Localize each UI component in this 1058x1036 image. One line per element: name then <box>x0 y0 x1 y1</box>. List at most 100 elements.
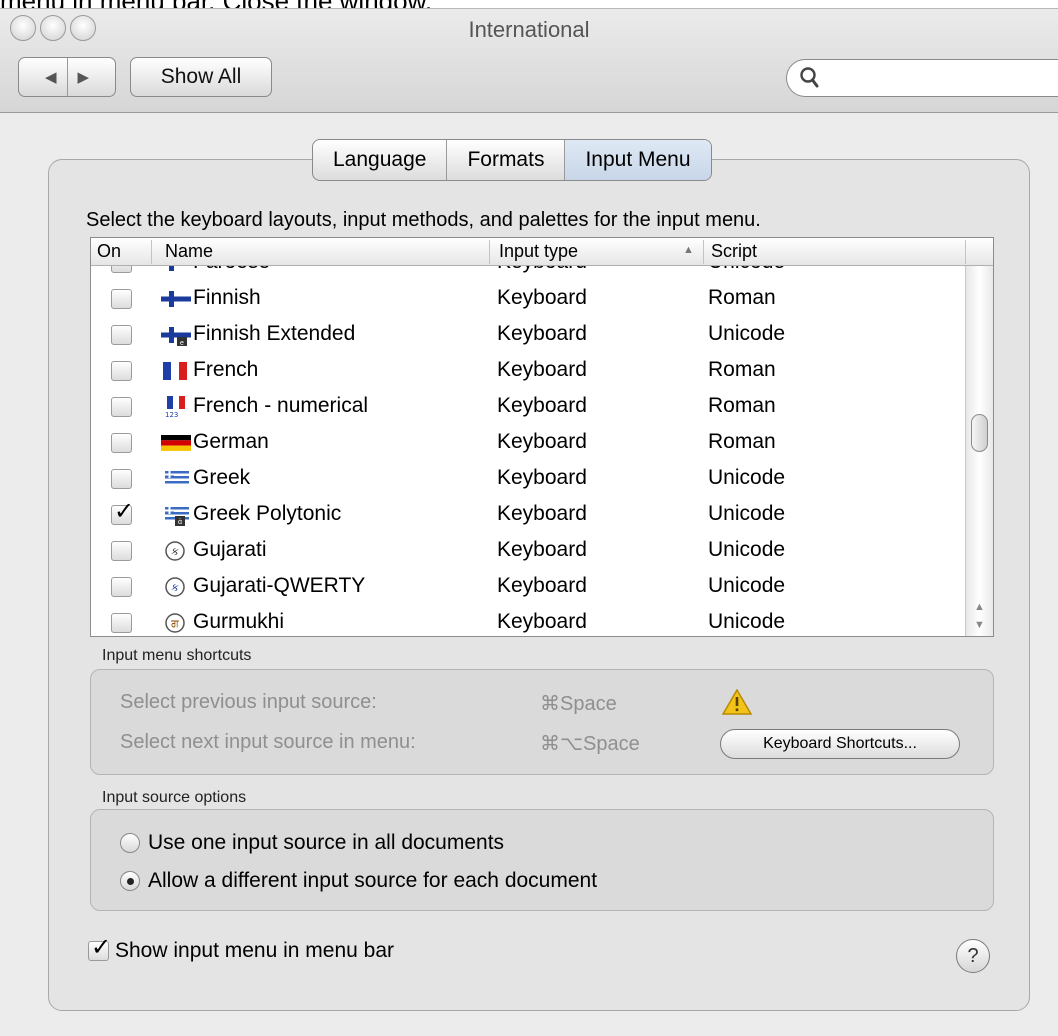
input-source-name: Gurmukhi <box>193 610 285 633</box>
gurmukhi-icon: ਗ <box>161 612 191 634</box>
input-type: Keyboard <box>497 538 587 561</box>
use-one-source-radio[interactable] <box>120 833 140 853</box>
input-type: Keyboard <box>497 286 587 309</box>
input-script: Unicode <box>708 502 786 525</box>
divider <box>151 240 152 264</box>
svg-text:123: 123 <box>165 411 178 418</box>
divider <box>965 240 966 264</box>
scroll-down-arrow-icon[interactable]: ▼ <box>966 616 993 634</box>
search-field[interactable] <box>786 59 1058 97</box>
shortcuts-group-label: Input menu shortcuts <box>102 647 252 664</box>
scrollbar-thumb[interactable] <box>971 414 988 452</box>
enable-input-source-checkbox[interactable] <box>111 613 132 633</box>
previous-source-label: Select previous input source: <box>120 691 377 713</box>
input-script: Roman <box>708 358 776 381</box>
help-button[interactable]: ? <box>956 939 990 973</box>
french-flag-icon <box>161 360 191 382</box>
divider <box>703 240 704 264</box>
gujarati-icon: ક <box>161 540 191 562</box>
tab-language[interactable]: Language <box>313 140 446 180</box>
title-bar: International ◀ ▶ Show All <box>0 9 1058 113</box>
table-row[interactable]: Finnish Keyboard Roman <box>91 284 965 320</box>
enable-input-source-checkbox[interactable] <box>111 289 132 309</box>
table-row[interactable]: Greek Keyboard Unicode <box>91 464 965 500</box>
show-input-menu-label: Show input menu in menu bar <box>115 939 394 962</box>
forward-arrow-icon[interactable]: ▶ <box>68 68 100 86</box>
input-source-name: French - numerical <box>193 394 369 417</box>
greek-polytonic-flag-icon: ά <box>161 504 191 526</box>
enable-input-source-checkbox[interactable] <box>111 541 132 561</box>
input-source-name: Finnish <box>193 286 261 309</box>
table-scrollbar[interactable]: ▲ ▼ <box>965 266 993 636</box>
scroll-up-arrow-icon[interactable]: ▲ <box>966 598 993 616</box>
input-type: Keyboard <box>497 574 587 597</box>
checkmark-icon: ✓ <box>91 934 112 961</box>
shortcuts-group <box>90 669 994 775</box>
input-type: Keyboard <box>497 466 587 489</box>
enable-input-source-checkbox[interactable] <box>111 577 132 597</box>
enable-input-source-checkbox[interactable] <box>111 433 132 453</box>
input-script: Unicode <box>708 322 786 345</box>
next-source-label: Select next input source in menu: <box>120 731 416 753</box>
table-row[interactable]: French Keyboard Roman <box>91 356 965 392</box>
column-header-name[interactable]: Name <box>165 241 213 262</box>
table-row[interactable]: 123 French - numerical Keyboard Roman <box>91 392 965 428</box>
input-script: Unicode <box>708 610 786 633</box>
input-type: Keyboard <box>497 358 587 381</box>
allow-different-source-label: Allow a different input source for each … <box>148 869 598 892</box>
table-row[interactable]: ક Gujarati-QWERTY Keyboard Unicode <box>91 572 965 608</box>
tab-formats[interactable]: Formats <box>446 140 564 180</box>
allow-different-source-radio[interactable] <box>120 871 140 891</box>
input-type: Keyboard <box>497 502 587 525</box>
column-header-on[interactable]: On <box>97 241 121 262</box>
input-sources-table[interactable]: FaroeseKeyboardUnicodeFinnishKeyboardRom… <box>90 237 994 637</box>
input-type: Keyboard <box>497 610 587 633</box>
allow-different-source-option[interactable]: Allow a different input source for each … <box>120 869 597 893</box>
keyboard-shortcuts-button[interactable]: Keyboard Shortcuts... <box>720 729 960 759</box>
svg-text:ક: ક <box>171 545 179 558</box>
input-source-name: Greek Polytonic <box>193 502 342 525</box>
window-title: International <box>468 17 590 42</box>
input-type: Keyboard <box>497 430 587 453</box>
table-header: On Name Input type ▲ Script <box>91 238 993 266</box>
input-script: Unicode <box>708 574 786 597</box>
divider <box>489 240 490 264</box>
input-script: Roman <box>708 430 776 453</box>
table-row[interactable]: e Finnish Extended Keyboard Unicode <box>91 320 965 356</box>
back-forward-group: ◀ ▶ <box>18 57 116 97</box>
column-header-input-type[interactable]: Input type <box>499 241 578 262</box>
back-arrow-icon[interactable]: ◀ <box>35 68 67 86</box>
table-row[interactable]: German Keyboard Roman <box>91 428 965 464</box>
table-row[interactable]: ક Gujarati Keyboard Unicode <box>91 536 965 572</box>
enable-input-source-checkbox[interactable] <box>111 469 132 489</box>
show-all-button[interactable]: Show All <box>130 57 272 97</box>
input-source-name: Finnish Extended <box>193 322 356 345</box>
enable-input-source-checkbox[interactable]: ✓ <box>111 500 134 525</box>
enable-input-source-checkbox[interactable] <box>111 397 132 417</box>
input-script: Roman <box>708 394 776 417</box>
enable-input-source-checkbox[interactable] <box>111 325 132 345</box>
finnish-flag-icon <box>161 288 191 310</box>
sort-ascending-icon: ▲ <box>683 244 694 256</box>
instructions-text: Select the keyboard layouts, input metho… <box>86 209 761 231</box>
input-source-name: French <box>193 358 259 381</box>
input-type: Keyboard <box>497 394 587 417</box>
column-header-script[interactable]: Script <box>711 241 757 262</box>
options-group <box>90 809 994 911</box>
french-numerical-flag-icon: 123 <box>161 396 191 419</box>
use-one-source-label: Use one input source in all documents <box>148 831 505 854</box>
show-input-menu-checkbox[interactable]: ✓ <box>88 936 111 961</box>
table-row[interactable]: ਗ Gurmukhi Keyboard Unicode <box>91 608 965 636</box>
tab-input-menu[interactable]: Input Menu <box>564 140 711 180</box>
input-script: Unicode <box>708 466 786 489</box>
checkmark-icon: ✓ <box>114 498 135 525</box>
preferences-window: International ◀ ▶ Show All Language Form… <box>0 8 1058 1036</box>
svg-text:ਗ: ਗ <box>170 617 179 630</box>
use-one-source-option[interactable]: Use one input source in all documents <box>120 831 504 855</box>
input-type: Keyboard <box>497 322 587 345</box>
table-row[interactable]: ✓ ά Greek Polytonic Keyboard Unicode <box>91 500 965 536</box>
enable-input-source-checkbox[interactable] <box>111 361 132 381</box>
svg-text:e: e <box>180 340 184 346</box>
show-input-menu-option[interactable]: ✓ Show input menu in menu bar <box>88 936 394 963</box>
input-source-name: Gujarati-QWERTY <box>193 574 366 597</box>
